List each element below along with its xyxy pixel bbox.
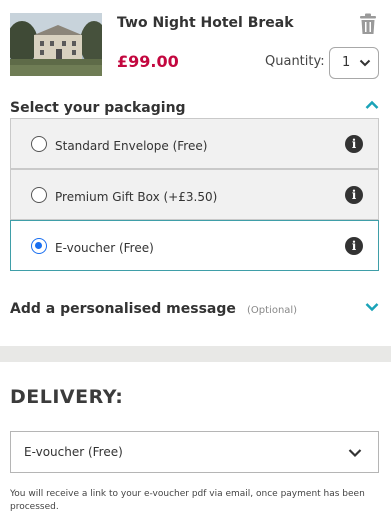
cart-item: Two Night Hotel Break £99.00 Quantity: 1 xyxy=(0,0,391,90)
packaging-option-label: Standard Envelope (Free) xyxy=(55,139,208,153)
product-title: Two Night Hotel Break xyxy=(117,15,294,31)
radio-button[interactable] xyxy=(31,187,47,203)
info-icon[interactable]: i xyxy=(345,135,363,153)
packaging-option-label: E-voucher (Free) xyxy=(55,241,154,255)
delivery-title: DELIVERY: xyxy=(10,386,124,408)
delivery-select[interactable]: E-voucher (Free) xyxy=(10,431,379,473)
personalised-message-toggle[interactable]: Add a personalised message (Optional) xyxy=(10,298,381,320)
chevron-up-icon[interactable] xyxy=(365,100,379,110)
info-icon[interactable]: i xyxy=(345,237,363,255)
section-divider xyxy=(0,346,391,362)
radio-button-selected[interactable] xyxy=(31,238,47,254)
packaging-option-label: Premium Gift Box (+£3.50) xyxy=(55,190,218,204)
product-price: £99.00 xyxy=(117,52,179,71)
delivery-note: You will receive a link to your e-vouche… xyxy=(10,489,365,512)
delivery-selected-value: E-voucher (Free) xyxy=(24,445,123,459)
message-title: Add a personalised message xyxy=(10,301,236,317)
product-image[interactable] xyxy=(10,13,102,76)
quantity-label: Quantity: xyxy=(265,54,325,69)
chevron-down-icon xyxy=(348,449,362,458)
quantity-value: 1 xyxy=(342,55,351,70)
info-icon[interactable]: i xyxy=(345,186,363,204)
packaging-option-standard-envelope[interactable]: Standard Envelope (Free) i xyxy=(10,118,379,169)
packaging-title: Select your packaging xyxy=(10,100,186,116)
chevron-down-icon[interactable] xyxy=(365,302,379,312)
trash-icon[interactable] xyxy=(358,13,378,35)
quantity-select[interactable]: 1 xyxy=(329,47,379,79)
chevron-down-icon xyxy=(359,59,371,67)
packaging-option-premium-gift-box[interactable]: Premium Gift Box (+£3.50) i xyxy=(10,169,379,220)
packaging-header[interactable]: Select your packaging xyxy=(10,97,381,117)
packaging-option-e-voucher[interactable]: E-voucher (Free) i xyxy=(10,220,379,271)
radio-button[interactable] xyxy=(31,136,47,152)
optional-label: (Optional) xyxy=(247,305,298,316)
